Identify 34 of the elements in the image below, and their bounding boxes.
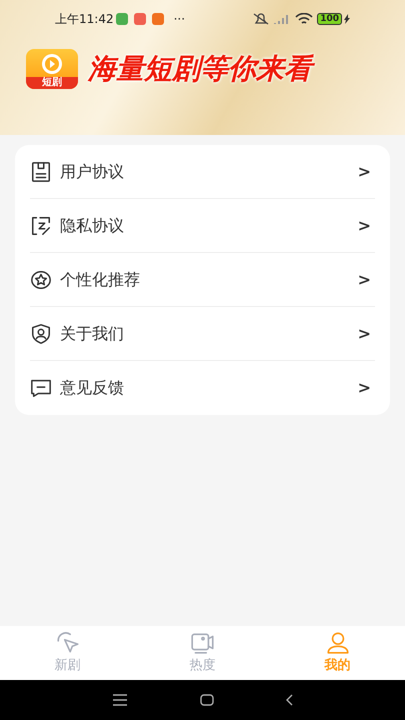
menu-label: 个性化推荐 xyxy=(60,268,141,290)
app-icon xyxy=(134,13,146,25)
menu-item[interactable]: 个性化推荐 > xyxy=(30,253,375,307)
menu-item[interactable]: 隐私协议 > xyxy=(30,199,375,253)
home-icon[interactable] xyxy=(200,694,214,706)
shield-user-icon xyxy=(30,322,52,344)
user-icon xyxy=(324,630,350,656)
app-icon xyxy=(116,13,128,25)
menu-label: 用户协议 xyxy=(60,160,125,182)
status-time: 上午11:42 xyxy=(55,11,114,28)
battery-indicator: 100 xyxy=(317,13,342,25)
play-icon xyxy=(40,52,64,76)
chevron: > xyxy=(358,322,371,344)
status-more: ··· xyxy=(174,11,186,28)
message-icon xyxy=(30,377,52,399)
menu-label: 关于我们 xyxy=(60,322,125,344)
chevron: > xyxy=(358,160,371,182)
menu-label: 意见反馈 xyxy=(60,377,125,399)
charging-icon xyxy=(344,14,350,24)
back-icon[interactable] xyxy=(286,694,294,706)
chevron: > xyxy=(358,214,371,236)
app-icon xyxy=(152,13,164,25)
logo-text: 短剧 xyxy=(26,77,78,89)
edit-icon xyxy=(30,214,52,236)
menu-icon[interactable] xyxy=(112,694,128,706)
menu-item[interactable]: 用户协议 > xyxy=(30,145,375,199)
chevron: > xyxy=(358,377,371,399)
menu-label: 隐私协议 xyxy=(60,214,125,236)
menu-item[interactable]: 意见反馈 > xyxy=(30,361,375,415)
chevron: > xyxy=(358,268,371,290)
document-icon xyxy=(30,160,52,182)
mute-icon xyxy=(253,13,270,25)
wifi-icon xyxy=(295,13,314,25)
menu-item[interactable]: 关于我们 > xyxy=(30,307,375,361)
